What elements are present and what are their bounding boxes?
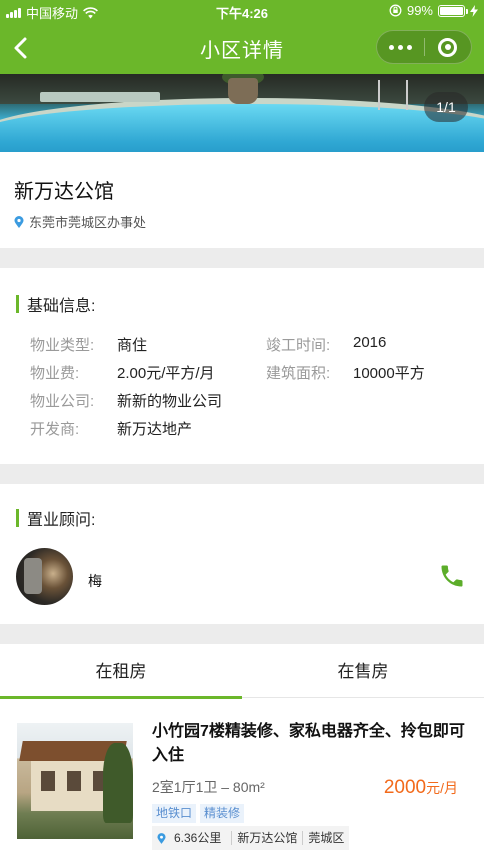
listing-community: 新万达公馆 — [237, 831, 298, 845]
tab-sale[interactable]: 在售房 — [242, 644, 484, 698]
listing-price: 2000元/月 — [384, 777, 458, 799]
completion-value: 2016 — [353, 334, 387, 351]
status-bar: 中国移动 下午4:26 99% — [0, 0, 484, 22]
location-pin-icon — [14, 215, 24, 228]
section-accent-bar — [16, 509, 19, 527]
agent-section: 置业顾问: 梅 — [0, 484, 484, 624]
battery-percent: 99% — [406, 3, 433, 18]
fee-value: 2.00元/平方/月 — [117, 365, 215, 382]
listing-title: 小竹园7楼精装修、家私电器齐全、拎包即可入住 — [152, 723, 465, 764]
more-menu-button[interactable] — [377, 31, 424, 63]
developer-value: 新万达地产 — [117, 421, 193, 438]
community-header: 新万达公馆 东莞市莞城区办事处 — [0, 152, 484, 248]
listing-spec: 2室1厅1卫 – 80m² — [152, 779, 265, 795]
listing-tabs: 在租房 在售房 — [0, 644, 484, 699]
charging-icon — [470, 4, 478, 17]
address-row: 东莞市莞城区办事处 — [14, 212, 146, 231]
nav-bar: 小区详情 — [0, 22, 484, 74]
fee-label: 物业费: — [30, 365, 80, 382]
listing-meta: 6.36公里 新万达公馆 莞城区 — [152, 826, 350, 850]
community-name: 新万达公馆 — [14, 181, 114, 203]
area-value: 10000平方 — [353, 365, 425, 382]
rotation-lock-icon — [389, 4, 402, 17]
basic-info-section: 基础信息: 物业类型: 商住 竣工时间: 2016 物业费: 2.00元/平方/… — [0, 268, 484, 464]
property-type-value: 商住 — [117, 337, 148, 354]
price-unit: 元/月 — [426, 780, 458, 796]
tab-rent[interactable]: 在租房 — [0, 644, 242, 699]
tag-subway: 地铁口 — [152, 804, 197, 823]
listing-thumbnail — [17, 723, 133, 839]
area-label: 建筑面积: — [266, 365, 331, 382]
image-counter: 1/1 — [424, 92, 468, 122]
basic-info-title: 基础信息: — [16, 292, 95, 316]
distance: 6.36公里 — [152, 826, 231, 850]
completion-label: 竣工时间: — [266, 337, 331, 354]
section-accent-bar — [16, 295, 19, 313]
status-right: 99% — [389, 3, 478, 18]
listings-section: 在租房 在售房 小竹园7楼精装修、家私电器齐全、拎包即可入住 2室1厅1卫 – … — [0, 644, 484, 858]
battery-icon — [438, 4, 468, 17]
community-address: 东莞市莞城区办事处 — [29, 215, 147, 230]
miniprogram-capsule — [376, 30, 472, 64]
listing-tags: 地铁口 精装修 — [152, 804, 245, 823]
community-photo-banner[interactable]: 1/1 — [0, 74, 484, 152]
close-miniprogram-button[interactable] — [424, 31, 471, 63]
company-value: 新新的物业公司 — [117, 393, 223, 410]
agent-title: 置业顾问: — [16, 506, 95, 530]
tag-decoration: 精装修 — [200, 804, 245, 823]
price-amount: 2000 — [383, 777, 427, 798]
property-type-label: 物业类型: — [30, 337, 95, 354]
company-label: 物业公司: — [30, 393, 95, 410]
developer-label: 开发商: — [30, 421, 80, 438]
agent-name: 梅 — [88, 573, 102, 589]
phone-call-icon[interactable] — [438, 562, 466, 590]
location-pin-icon — [157, 832, 166, 844]
listing-district: 莞城区 — [308, 831, 345, 845]
agent-avatar[interactable] — [16, 548, 73, 605]
